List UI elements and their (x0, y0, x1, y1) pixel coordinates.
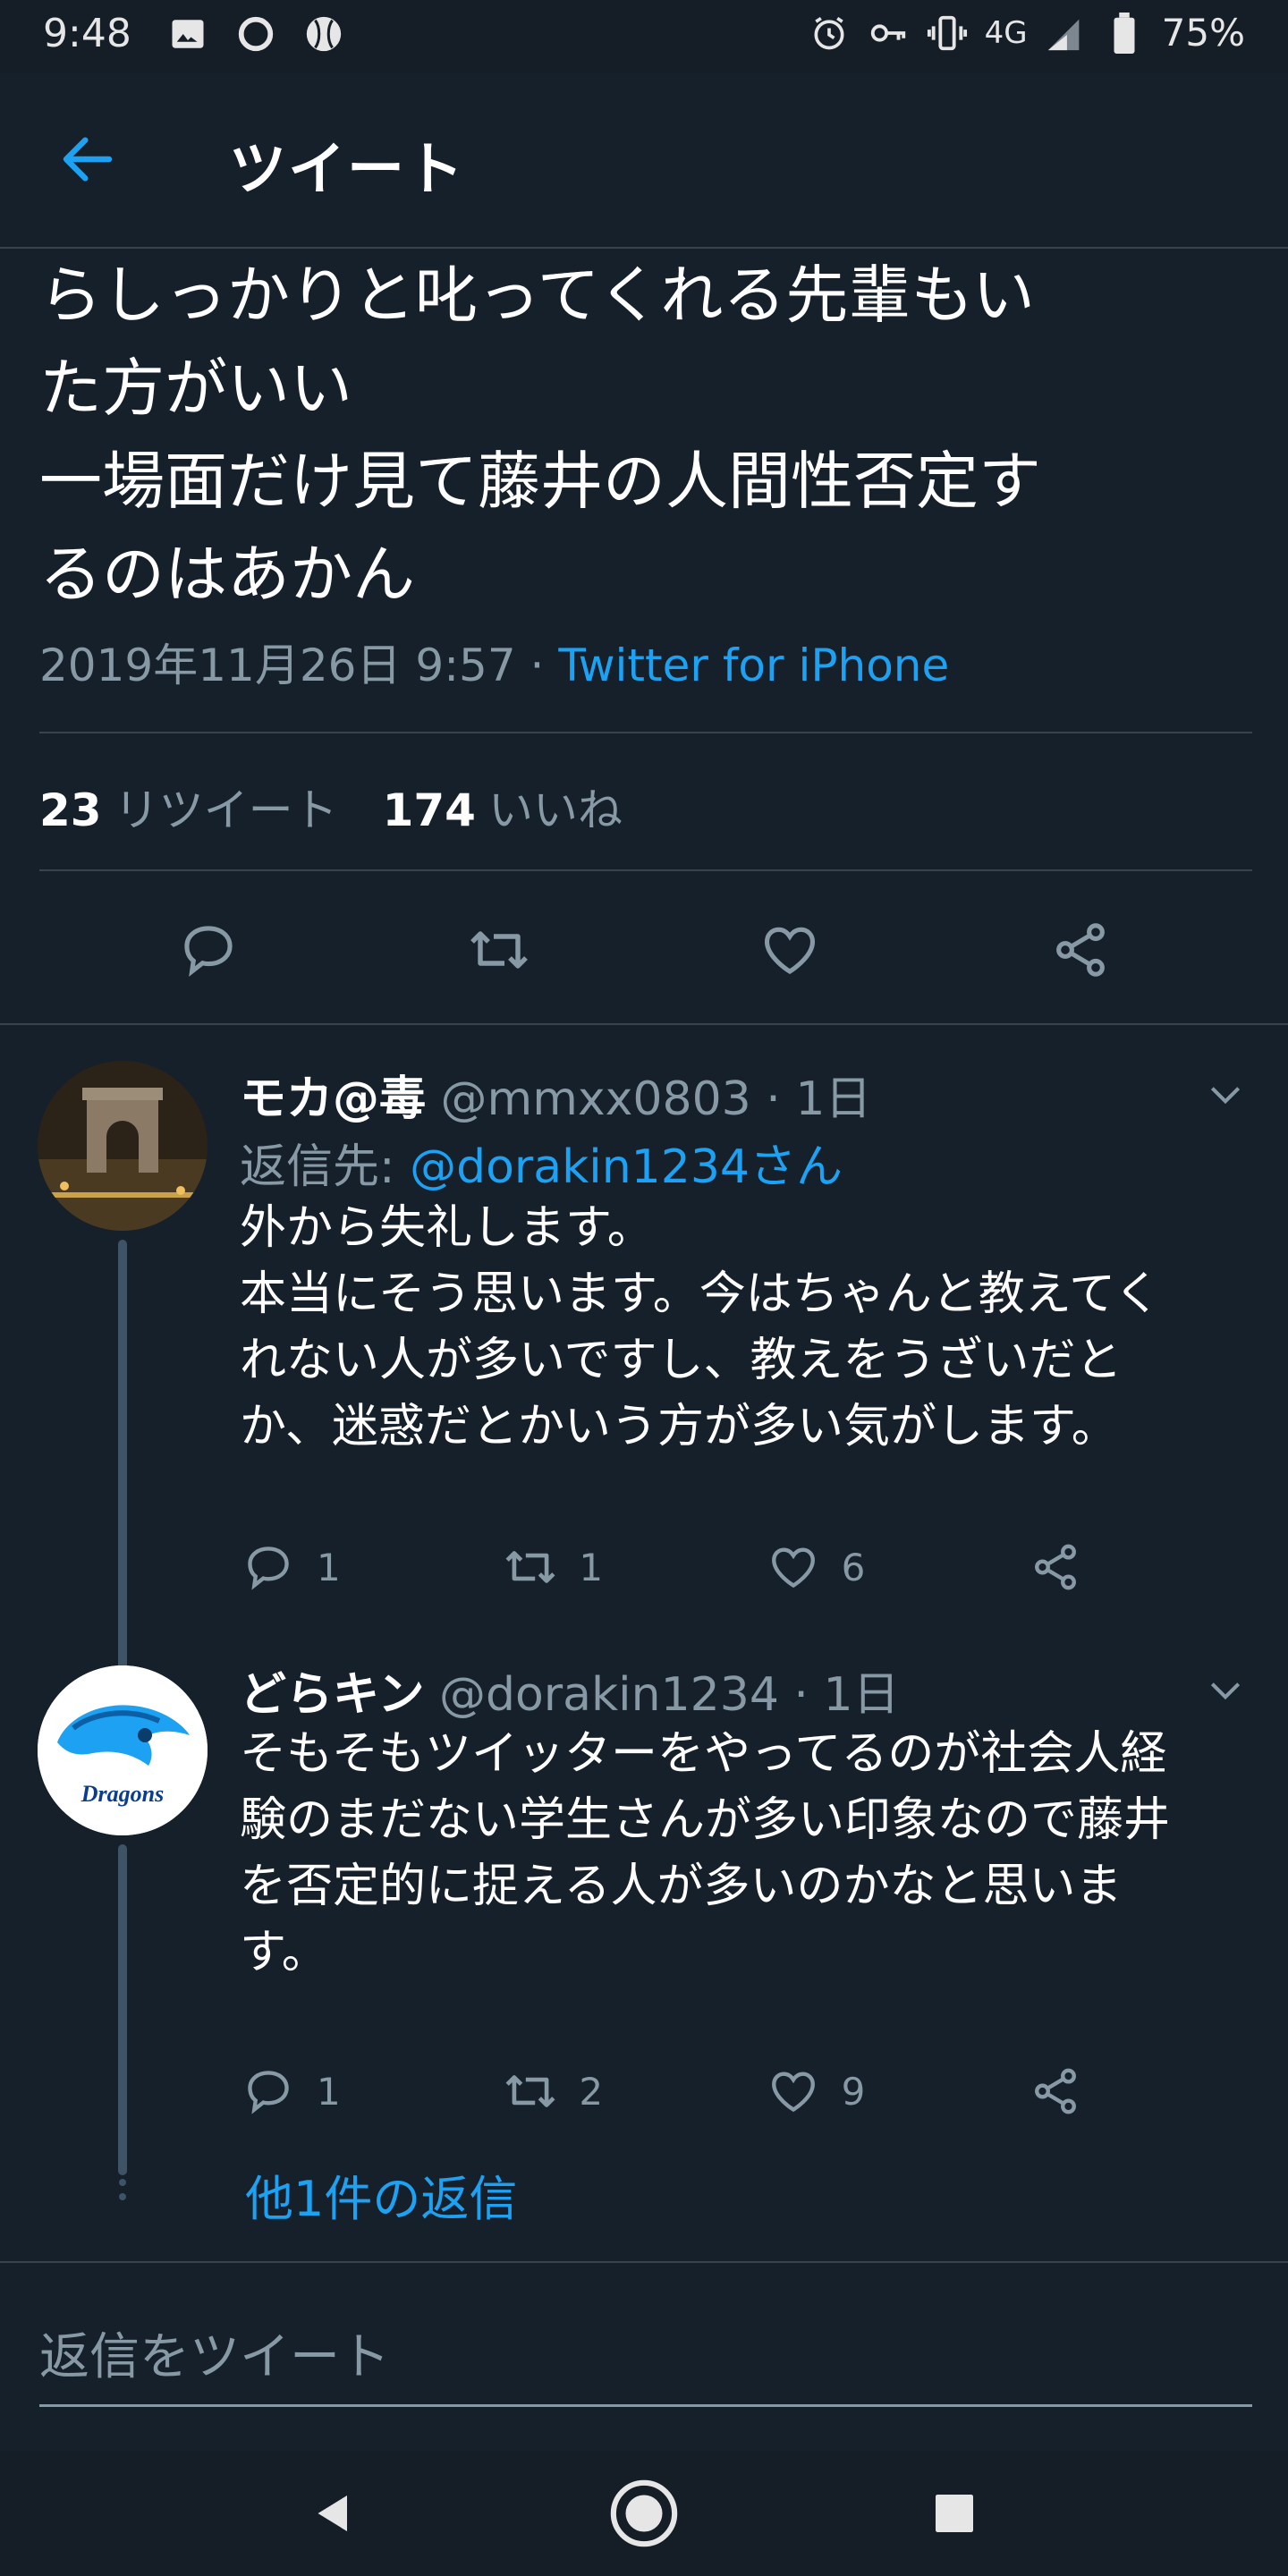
like-label: いいね (487, 784, 623, 836)
page-title: ツイート (229, 137, 465, 203)
tweet-meta: 2019年11月26日 9:57 · Twitter for iPhone (39, 630, 949, 694)
nav-back-button[interactable] (293, 2473, 374, 2554)
vibrate-icon (926, 12, 969, 55)
share-button[interactable] (1045, 914, 1116, 986)
reply-actions: 1 1 6 (240, 1538, 1098, 1596)
share-button[interactable] (1027, 1538, 1098, 1596)
reply-author-name[interactable]: モカ@毒 (240, 1072, 426, 1126)
retweet-icon (502, 1538, 559, 1596)
tweet-text: らしっかりと叱ってくれる先輩もい た方がいい 一場面だけ見て藤井の人間性否定す … (39, 258, 1041, 611)
avatar[interactable]: Dragons (38, 1665, 208, 1835)
status-icons-left (166, 13, 345, 55)
reply-compose-input[interactable]: 返信をツイート (39, 2317, 390, 2389)
retweet-stat[interactable]: 23 リツイート (39, 775, 338, 839)
reply-text: 外から失礼します。 本当にそう思います。今はちゃんと教えてく れない人が多いです… (240, 1201, 1161, 1453)
reply-button[interactable] (173, 914, 244, 986)
nav-home-button[interactable] (604, 2473, 684, 2554)
reply-count: 1 (317, 1545, 341, 1589)
reply-count: 1 (317, 2069, 341, 2114)
top-app-bar (0, 73, 1288, 249)
divider (0, 1023, 1288, 1025)
image-icon (166, 13, 209, 55)
share-button[interactable] (1027, 2063, 1098, 2120)
retweet-icon (470, 931, 528, 969)
retweet-icon (502, 2063, 559, 2120)
reply-actions: 1 2 9 (240, 2063, 1098, 2120)
like-stat[interactable]: 174 いいね (383, 775, 623, 839)
heart-icon (765, 2063, 822, 2120)
share-icon (1027, 1538, 1084, 1596)
retweet-label: リツイート (114, 784, 338, 836)
system-navigation-bar (0, 2451, 1288, 2576)
reply-author-handle: @mmxx0803 · 1日 (440, 1072, 872, 1126)
like-button[interactable]: 6 (765, 1538, 979, 1596)
reply-header: どらキン @dorakin1234 · 1日 (240, 1657, 900, 1724)
reply-author-handle: @dorakin1234 · 1日 (438, 1668, 900, 1722)
battery-level: 75% (1161, 11, 1245, 55)
avatar-logo-text: Dragons (80, 1781, 164, 1807)
tweet-source-link[interactable]: Twitter for iPhone (558, 640, 949, 691)
reply-menu-button[interactable] (1199, 1664, 1252, 1717)
thread-more-dots (114, 2165, 131, 2200)
divider (39, 869, 1252, 871)
tweet-stats: 23 リツイート 174 いいね (39, 775, 623, 839)
triangle-back-icon (318, 2496, 348, 2531)
tweet-actions (0, 894, 1288, 1005)
retweet-button[interactable] (463, 914, 535, 986)
thread-line (118, 1844, 127, 2175)
like-count: 9 (841, 2069, 866, 2114)
like-button[interactable] (754, 914, 826, 986)
baseball-icon (302, 13, 345, 55)
reply-text: そもそもツイッターをやってるのが社会人経 験のまだない学生さんが多い印象なので藤… (240, 1727, 1171, 1979)
nav-recents-button[interactable] (914, 2473, 995, 2554)
divider (0, 2261, 1288, 2263)
retweet-count: 23 (39, 784, 102, 836)
share-icon (1027, 2063, 1084, 2120)
reply-to-label: 返信先: (240, 1140, 411, 1194)
retweet-count: 2 (579, 2069, 604, 2114)
heart-icon (764, 927, 815, 975)
retweet-button[interactable]: 1 (502, 1538, 716, 1596)
chevron-down-icon (1210, 1087, 1241, 1105)
reply-header: モカ@毒 @mmxx0803 · 1日 (240, 1061, 871, 1128)
share-icon (1055, 923, 1105, 977)
reply-button[interactable]: 1 (240, 1538, 454, 1596)
comment-icon (240, 2063, 297, 2120)
circle-app-icon (234, 13, 277, 55)
retweet-count: 1 (579, 1545, 604, 1589)
status-icons-right: 4G 75% (808, 11, 1245, 55)
reply-to-line: 返信先: @dorakin1234さん (240, 1129, 843, 1196)
arrow-left-icon (63, 137, 113, 182)
like-count: 6 (841, 1545, 866, 1589)
back-button[interactable] (54, 125, 122, 193)
like-count: 174 (382, 784, 476, 836)
comment-icon (183, 926, 233, 978)
tweet-date: 2019年11月26日 9:57 · (39, 640, 559, 691)
network-label: 4G (984, 14, 1028, 51)
battery-icon (1103, 12, 1146, 55)
home-circle-icon (610, 2479, 678, 2547)
chevron-down-icon (1210, 1682, 1241, 1700)
reply-menu-button[interactable] (1199, 1068, 1252, 1122)
like-button[interactable]: 9 (765, 2063, 979, 2120)
comment-icon (240, 1538, 297, 1596)
heart-icon (765, 1538, 822, 1596)
thread-line (118, 1240, 127, 1678)
compose-underline (39, 2404, 1252, 2407)
status-time: 9:48 (43, 11, 131, 56)
avatar[interactable] (38, 1061, 208, 1231)
alarm-icon (808, 12, 851, 55)
key-icon (867, 12, 910, 55)
reply-author-name[interactable]: どらキン (240, 1668, 424, 1722)
divider (39, 732, 1252, 733)
signal-icon (1044, 12, 1087, 55)
retweet-button[interactable]: 2 (502, 2063, 716, 2120)
reply-button[interactable]: 1 (240, 2063, 454, 2120)
square-recents-icon (935, 2495, 973, 2532)
reply-to-user-link[interactable]: @dorakin1234さん (410, 1140, 843, 1194)
show-more-replies-link[interactable]: 他1件の返信 (245, 2159, 517, 2230)
